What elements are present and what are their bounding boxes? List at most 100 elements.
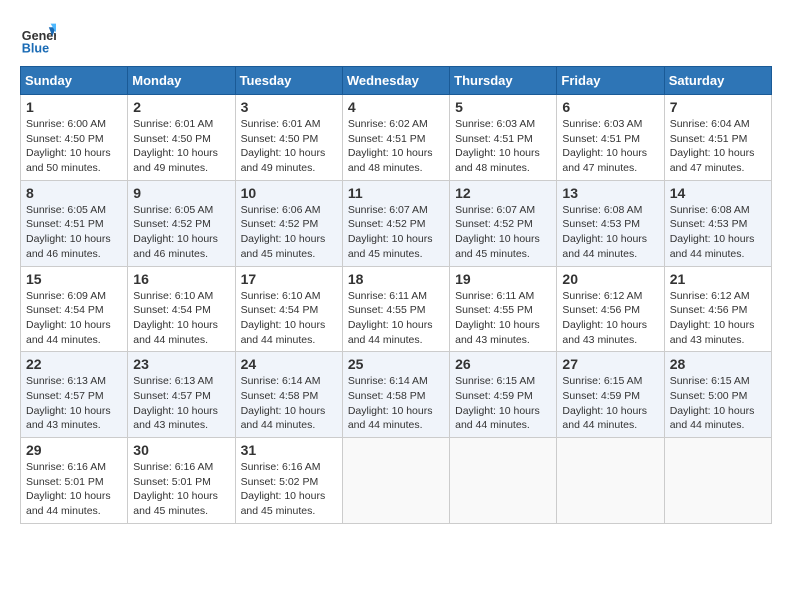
day-number: 8 — [26, 185, 122, 201]
weekday-header: Friday — [557, 67, 664, 95]
day-number: 23 — [133, 356, 229, 372]
day-number: 26 — [455, 356, 551, 372]
weekday-header: Sunday — [21, 67, 128, 95]
page-header: General Blue — [20, 20, 772, 56]
calendar-day-cell: 16Sunrise: 6:10 AMSunset: 4:54 PMDayligh… — [128, 266, 235, 352]
day-number: 29 — [26, 442, 122, 458]
weekday-header: Wednesday — [342, 67, 449, 95]
day-number: 22 — [26, 356, 122, 372]
day-number: 14 — [670, 185, 766, 201]
calendar-day-cell: 22 Sunrise: 6:13 AMSunset: 4:57 PMDayligh… — [21, 352, 128, 438]
weekday-header-row: SundayMondayTuesdayWednesdayThursdayFrid… — [21, 67, 772, 95]
day-number: 21 — [670, 271, 766, 287]
day-number: 19 — [455, 271, 551, 287]
day-number: 3 — [241, 99, 337, 115]
day-info: Sunrise: 6:07 AMSunset: 4:52 PMDaylight:… — [455, 203, 551, 262]
day-info: Sunrise: 6:02 AMSunset: 4:51 PMDaylight:… — [348, 117, 444, 176]
day-number: 5 — [455, 99, 551, 115]
weekday-header: Thursday — [450, 67, 557, 95]
day-number: 2 — [133, 99, 229, 115]
day-info: Sunrise: 6:01 AMSunset: 4:50 PMDaylight:… — [241, 117, 337, 176]
day-number: 20 — [562, 271, 658, 287]
day-number: 6 — [562, 99, 658, 115]
day-info: Sunrise: 6:06 AMSunset: 4:52 PMDaylight:… — [241, 203, 337, 262]
day-info: Sunrise: 6:10 AMSunset: 4:54 PMDaylight:… — [133, 289, 229, 348]
day-number: 24 — [241, 356, 337, 372]
day-info: Sunrise: 6:07 AMSunset: 4:52 PMDaylight:… — [348, 203, 444, 262]
logo-icon: General Blue — [20, 20, 56, 56]
calendar-day-cell: 10Sunrise: 6:06 AMSunset: 4:52 PMDayligh… — [235, 180, 342, 266]
calendar-day-cell: 2 Sunrise: 6:01 AMSunset: 4:50 PMDaylight… — [128, 95, 235, 181]
day-info: Sunrise: 6:04 AMSunset: 4:51 PMDaylight:… — [670, 117, 766, 176]
calendar-day-cell: 1Sunrise: 6:00 AMSunset: 4:50 PMDaylight… — [21, 95, 128, 181]
day-info: Sunrise: 6:03 AMSunset: 4:51 PMDaylight:… — [562, 117, 658, 176]
day-info: Sunrise: 6:13 AMSunset: 4:57 PMDaylight:… — [133, 374, 229, 433]
day-info: Sunrise: 6:12 AMSunset: 4:56 PMDaylight:… — [670, 289, 766, 348]
day-info: Sunrise: 6:05 AMSunset: 4:51 PMDaylight:… — [26, 203, 122, 262]
day-info: Sunrise: 6:11 AMSunset: 4:55 PMDaylight:… — [348, 289, 444, 348]
calendar-day-cell: 4 Sunrise: 6:02 AMSunset: 4:51 PMDaylight… — [342, 95, 449, 181]
calendar-day-cell: 27 Sunrise: 6:15 AMSunset: 4:59 PMDayligh… — [557, 352, 664, 438]
calendar-day-cell: 19Sunrise: 6:11 AMSunset: 4:55 PMDayligh… — [450, 266, 557, 352]
calendar-week-row: 8 Sunrise: 6:05 AMSunset: 4:51 PMDaylight… — [21, 180, 772, 266]
day-number: 9 — [133, 185, 229, 201]
calendar-day-cell: 20 Sunrise: 6:12 AMSunset: 4:56 PMDayligh… — [557, 266, 664, 352]
day-info: Sunrise: 6:15 AMSunset: 4:59 PMDaylight:… — [455, 374, 551, 433]
day-number: 28 — [670, 356, 766, 372]
day-info: Sunrise: 6:08 AMSunset: 4:53 PMDaylight:… — [670, 203, 766, 262]
calendar-day-cell: 17 Sunrise: 6:10 AMSunset: 4:54 PMDayligh… — [235, 266, 342, 352]
weekday-header: Monday — [128, 67, 235, 95]
calendar-day-cell: 18Sunrise: 6:11 AMSunset: 4:55 PMDayligh… — [342, 266, 449, 352]
weekday-header: Tuesday — [235, 67, 342, 95]
day-info: Sunrise: 6:15 AMSunset: 4:59 PMDaylight:… — [562, 374, 658, 433]
day-info: Sunrise: 6:03 AMSunset: 4:51 PMDaylight:… — [455, 117, 551, 176]
day-number: 12 — [455, 185, 551, 201]
day-number: 4 — [348, 99, 444, 115]
svg-text:Blue: Blue — [22, 41, 49, 55]
day-info: Sunrise: 6:15 AMSunset: 5:00 PMDaylight:… — [670, 374, 766, 433]
calendar-day-cell: 30 Sunrise: 6:16 AMSunset: 5:01 PMDayligh… — [128, 438, 235, 524]
calendar-day-cell: 9 Sunrise: 6:05 AMSunset: 4:52 PMDaylight… — [128, 180, 235, 266]
calendar-day-cell: 3 Sunrise: 6:01 AMSunset: 4:50 PMDaylight… — [235, 95, 342, 181]
calendar-week-row: 29 Sunrise: 6:16 AMSunset: 5:01 PMDayligh… — [21, 438, 772, 524]
day-info: Sunrise: 6:01 AMSunset: 4:50 PMDaylight:… — [133, 117, 229, 176]
day-info: Sunrise: 6:10 AMSunset: 4:54 PMDaylight:… — [241, 289, 337, 348]
day-info: Sunrise: 6:08 AMSunset: 4:53 PMDaylight:… — [562, 203, 658, 262]
day-number: 31 — [241, 442, 337, 458]
day-info: Sunrise: 6:16 AMSunset: 5:01 PMDaylight:… — [26, 460, 122, 519]
calendar-day-cell: 15Sunrise: 6:09 AMSunset: 4:54 PMDayligh… — [21, 266, 128, 352]
calendar-day-cell: 26 Sunrise: 6:15 AMSunset: 4:59 PMDayligh… — [450, 352, 557, 438]
day-number: 1 — [26, 99, 122, 115]
calendar-day-cell: 29 Sunrise: 6:16 AMSunset: 5:01 PMDayligh… — [21, 438, 128, 524]
calendar-day-cell — [664, 438, 771, 524]
calendar-week-row: 22 Sunrise: 6:13 AMSunset: 4:57 PMDayligh… — [21, 352, 772, 438]
day-number: 30 — [133, 442, 229, 458]
calendar-day-cell: 6 Sunrise: 6:03 AMSunset: 4:51 PMDaylight… — [557, 95, 664, 181]
calendar-week-row: 1Sunrise: 6:00 AMSunset: 4:50 PMDaylight… — [21, 95, 772, 181]
day-number: 17 — [241, 271, 337, 287]
day-info: Sunrise: 6:14 AMSunset: 4:58 PMDaylight:… — [348, 374, 444, 433]
calendar-day-cell: 7Sunrise: 6:04 AMSunset: 4:51 PMDaylight… — [664, 95, 771, 181]
weekday-header: Saturday — [664, 67, 771, 95]
calendar-day-cell: 24 Sunrise: 6:14 AMSunset: 4:58 PMDayligh… — [235, 352, 342, 438]
day-number: 27 — [562, 356, 658, 372]
day-number: 13 — [562, 185, 658, 201]
calendar-day-cell — [342, 438, 449, 524]
day-number: 11 — [348, 185, 444, 201]
day-number: 25 — [348, 356, 444, 372]
day-info: Sunrise: 6:05 AMSunset: 4:52 PMDaylight:… — [133, 203, 229, 262]
calendar-day-cell: 14 Sunrise: 6:08 AMSunset: 4:53 PMDayligh… — [664, 180, 771, 266]
day-info: Sunrise: 6:12 AMSunset: 4:56 PMDaylight:… — [562, 289, 658, 348]
calendar-day-cell: 12 Sunrise: 6:07 AMSunset: 4:52 PMDayligh… — [450, 180, 557, 266]
calendar-day-cell: 28 Sunrise: 6:15 AMSunset: 5:00 PMDayligh… — [664, 352, 771, 438]
day-info: Sunrise: 6:13 AMSunset: 4:57 PMDaylight:… — [26, 374, 122, 433]
day-info: Sunrise: 6:16 AMSunset: 5:02 PMDaylight:… — [241, 460, 337, 519]
calendar-day-cell: 13 Sunrise: 6:08 AMSunset: 4:53 PMDayligh… — [557, 180, 664, 266]
day-info: Sunrise: 6:09 AMSunset: 4:54 PMDaylight:… — [26, 289, 122, 348]
day-info: Sunrise: 6:14 AMSunset: 4:58 PMDaylight:… — [241, 374, 337, 433]
calendar-day-cell: 11 Sunrise: 6:07 AMSunset: 4:52 PMDayligh… — [342, 180, 449, 266]
calendar-day-cell — [450, 438, 557, 524]
calendar-day-cell: 8 Sunrise: 6:05 AMSunset: 4:51 PMDaylight… — [21, 180, 128, 266]
calendar-day-cell: 5 Sunrise: 6:03 AMSunset: 4:51 PMDaylight… — [450, 95, 557, 181]
day-info: Sunrise: 6:16 AMSunset: 5:01 PMDaylight:… — [133, 460, 229, 519]
